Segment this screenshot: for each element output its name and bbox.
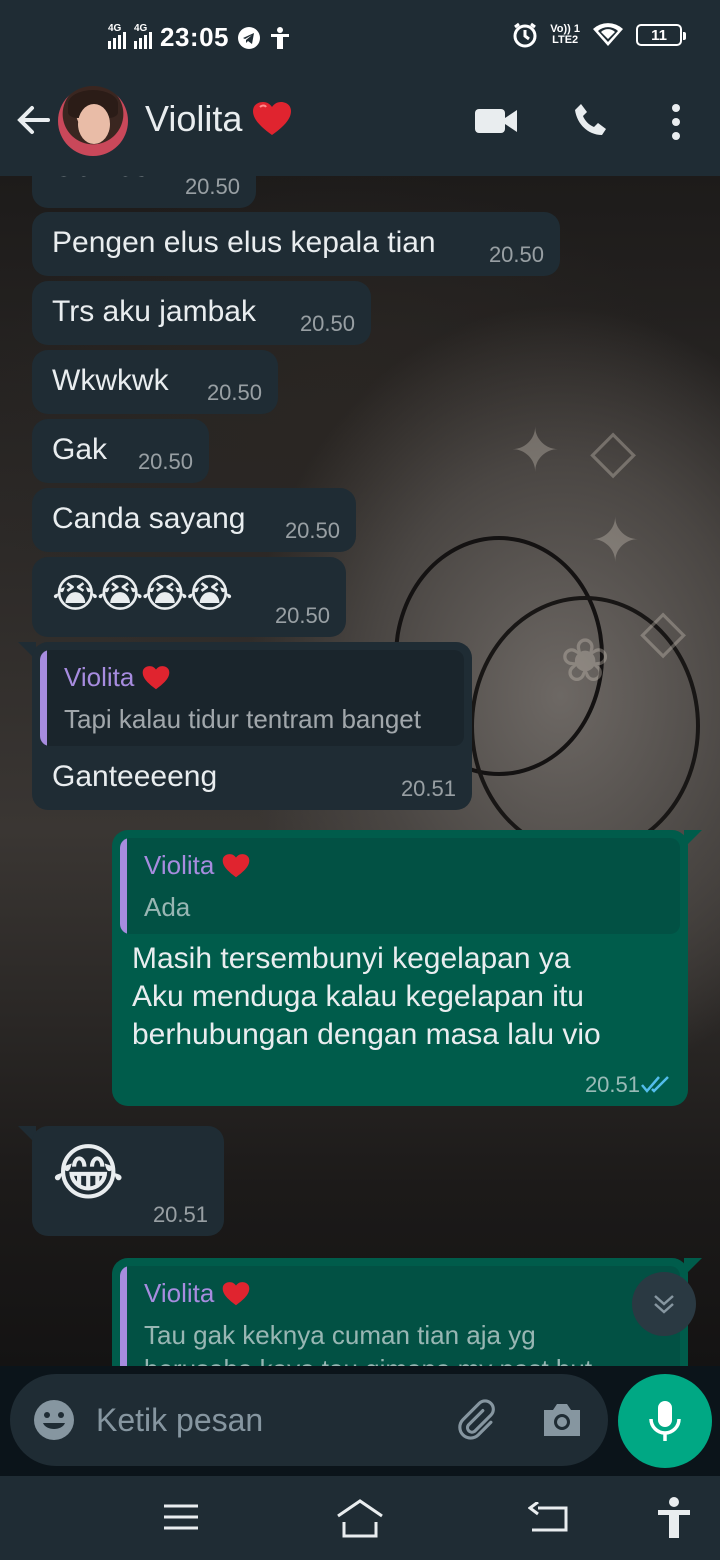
- heart-icon: [143, 665, 170, 689]
- voice-call-icon[interactable]: [572, 102, 610, 140]
- signal-sim1-icon: 4G: [108, 23, 126, 49]
- wifi-icon: [593, 23, 623, 46]
- message-text: Pengen elus elus kepala tian: [52, 226, 436, 259]
- message-composer: Ketik pesan: [10, 1374, 608, 1466]
- wallpaper-pattern: ◇: [640, 597, 687, 664]
- quoted-sender: Violita: [144, 1278, 250, 1309]
- message-text: Gemes: [52, 176, 149, 184]
- avatar[interactable]: [58, 86, 128, 156]
- message-time: 20.50: [206, 380, 262, 405]
- message-text-line: Aku menduga kalau kegelapan itu: [132, 980, 584, 1013]
- message-time: 20.50: [274, 603, 330, 628]
- message-bubble[interactable]: Gemes 20.50: [32, 176, 256, 208]
- quoted-text-line: berusaha kaya tau gimana my past but: [144, 1354, 592, 1366]
- status-time: 23:05: [160, 22, 229, 52]
- lte-label: LTE2: [552, 34, 579, 46]
- battery-level: 11: [651, 26, 667, 44]
- contact-name[interactable]: Violita: [145, 98, 292, 140]
- message-text: Wkwkwk: [52, 364, 169, 397]
- chat-header: Violita: [0, 78, 720, 176]
- heart-icon: [253, 102, 292, 135]
- message-time: 20.50: [284, 518, 340, 543]
- quoted-sender: Violita: [64, 662, 170, 693]
- attachment-icon[interactable]: [454, 1398, 498, 1442]
- message-time: 20.50: [299, 311, 355, 336]
- read-receipt-icon: [641, 1076, 669, 1093]
- message-bubble[interactable]: Violita Ada Masih tersembunyi kegelapan …: [112, 830, 688, 1106]
- message-time: 20.51: [584, 1072, 640, 1097]
- message-text: Ganteeeeng: [52, 760, 218, 793]
- double-chevron-down-icon: [654, 1295, 674, 1314]
- message-time: 20.50: [184, 176, 240, 199]
- quoted-message[interactable]: Violita Ada: [120, 838, 680, 934]
- voice-message-button[interactable]: [618, 1374, 712, 1468]
- signal-sim2-icon: 4G: [134, 23, 152, 49]
- status-left: 4G 4G 23:05: [108, 22, 291, 53]
- message-bubble[interactable]: Trs aku jambak 20.50: [32, 281, 371, 345]
- back-arrow-icon[interactable]: [14, 100, 54, 140]
- wallpaper-pattern: ✦: [510, 417, 561, 484]
- network-type-label: 4G: [108, 22, 122, 34]
- quoted-sender-name: Violita: [64, 662, 135, 692]
- camera-icon[interactable]: [540, 1400, 584, 1440]
- status-bar: 4G 4G 23:05 Vo)) 1 LTE2 11: [0, 0, 720, 78]
- telegram-icon: [238, 26, 260, 49]
- quoted-message[interactable]: Violita Tapi kalau tidur tentram banget: [40, 650, 464, 746]
- message-time: 20.51: [400, 776, 456, 801]
- battery-icon: 11: [636, 24, 686, 46]
- accessibility-icon: [271, 26, 289, 49]
- volte-indicator: Vo)) 1 LTE2: [550, 24, 580, 46]
- message-text-line: Masih tersembunyi kegelapan ya: [132, 942, 571, 975]
- message-input[interactable]: Ketik pesan: [96, 1402, 263, 1439]
- alarm-icon: [513, 22, 537, 48]
- heart-icon: [223, 853, 250, 877]
- scroll-to-bottom-button[interactable]: [632, 1272, 696, 1336]
- message-time: 20.50: [488, 242, 544, 267]
- wallpaper-pattern: ❀: [560, 627, 611, 694]
- message-emoji: 😂: [52, 1139, 125, 1208]
- message-bubble[interactable]: 😭😭😭😭 20.50: [32, 557, 346, 637]
- chat-area[interactable]: ✦ ◇ ✦ ◇ ❀ Gemes 20.50 Pengen elus elus k…: [0, 176, 720, 1366]
- quoted-sender-name: Violita: [144, 850, 215, 880]
- heart-icon: [223, 1281, 250, 1305]
- status-right: Vo)) 1 LTE2 11: [512, 22, 686, 48]
- more-options-icon[interactable]: [668, 102, 684, 142]
- message-text: Canda sayang: [52, 502, 246, 535]
- message-bubble[interactable]: Canda sayang 20.50: [32, 488, 356, 552]
- message-text-line: berhubungan dengan masa lalu vio: [132, 1018, 601, 1051]
- back-icon[interactable]: [528, 1502, 570, 1534]
- quoted-text-line: Tau gak keknya cuman tian aja yg: [144, 1320, 536, 1350]
- quoted-message[interactable]: Violita Tau gak keknya cuman tian aja yg…: [120, 1266, 680, 1366]
- message-text: Trs aku jambak: [52, 295, 256, 328]
- quoted-text: Tapi kalau tidur tentram banget: [64, 704, 421, 734]
- system-navigation-bar: [0, 1476, 720, 1560]
- message-bubble[interactable]: Violita Tapi kalau tidur tentram banget …: [32, 642, 472, 810]
- wallpaper-pattern: ✦: [590, 507, 641, 574]
- network-type-label: 4G: [134, 22, 148, 34]
- wallpaper-pattern: ◇: [590, 417, 637, 484]
- quoted-sender-name: Violita: [144, 1278, 215, 1308]
- home-icon[interactable]: [334, 1498, 386, 1538]
- emoji-icon[interactable]: [32, 1398, 76, 1442]
- accessibility-icon[interactable]: [656, 1496, 692, 1540]
- microphone-icon: [649, 1401, 681, 1441]
- message-time: 20.51: [152, 1202, 208, 1227]
- message-bubble[interactable]: Wkwkwk 20.50: [32, 350, 278, 414]
- message-emoji: 😭😭😭😭: [52, 572, 233, 616]
- message-time: 20.50: [137, 449, 193, 474]
- message-text: Gak: [52, 433, 108, 466]
- message-bubble[interactable]: Gak 20.50: [32, 419, 209, 483]
- recent-apps-icon[interactable]: [162, 1502, 200, 1532]
- contact-name-label: Violita: [145, 98, 243, 139]
- message-bubble[interactable]: Violita Tau gak keknya cuman tian aja yg…: [112, 1258, 688, 1366]
- message-bubble[interactable]: 😂 20.51: [32, 1126, 224, 1236]
- quoted-text: Ada: [144, 892, 191, 922]
- video-call-icon[interactable]: [474, 106, 518, 136]
- quoted-sender: Violita: [144, 850, 250, 881]
- message-bubble[interactable]: Pengen elus elus kepala tian 20.50: [32, 212, 560, 276]
